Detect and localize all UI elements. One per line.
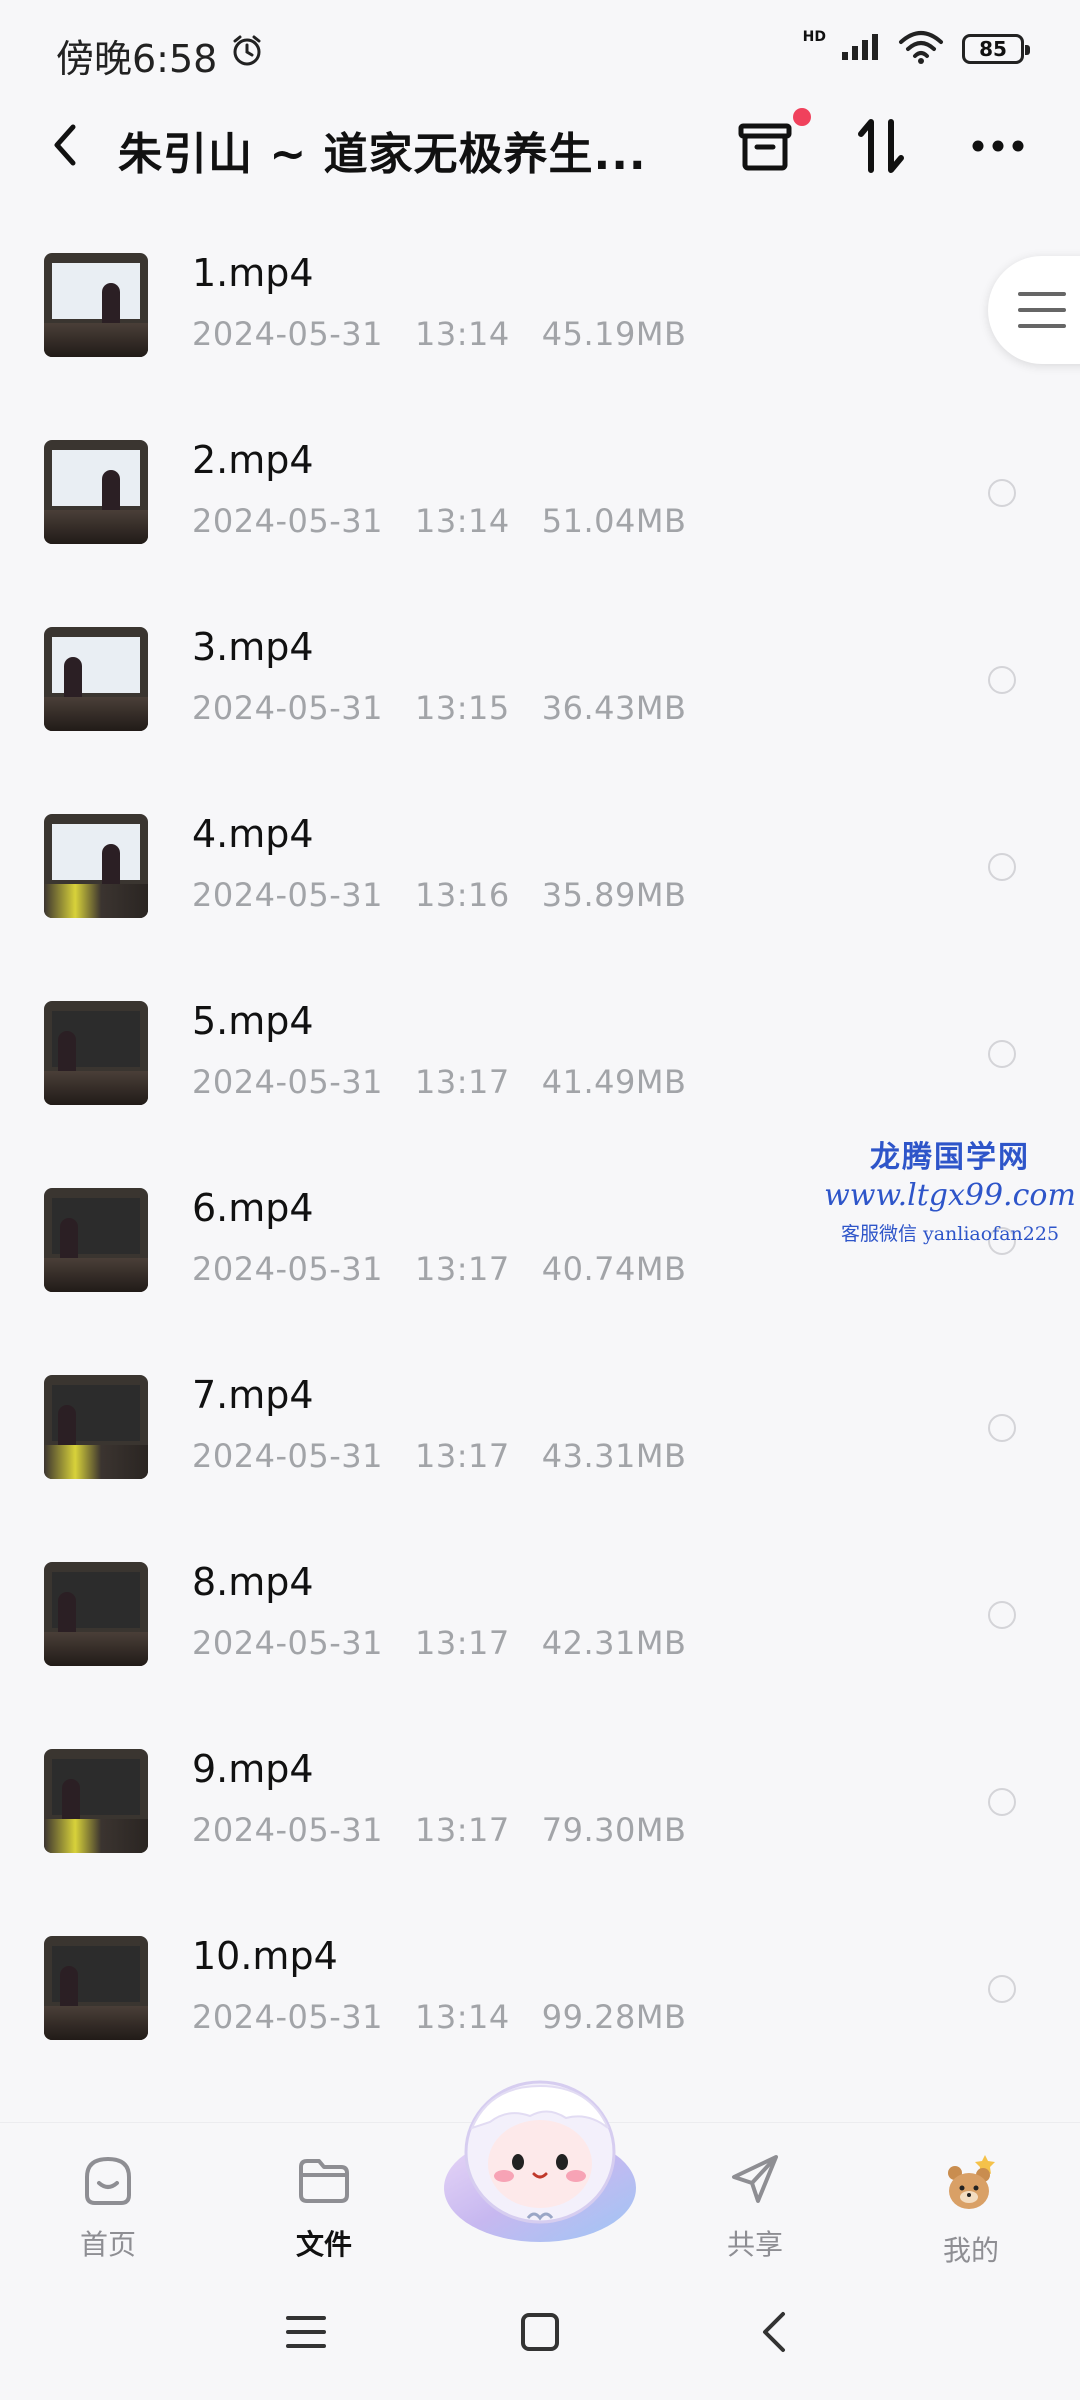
file-meta: 2024-05-31 13:17 43.31MB: [192, 1437, 687, 1475]
file-meta: 2024-05-31 13:16 35.89MB: [192, 876, 687, 914]
status-time: 傍晚6:58: [56, 37, 218, 81]
file-name: 9.mp4: [192, 1747, 314, 1791]
file-meta: 2024-05-31 13:17 42.31MB: [192, 1624, 687, 1662]
battery-indicator: 85: [962, 34, 1030, 64]
select-radio[interactable]: [988, 479, 1016, 507]
nav-home[interactable]: 首页: [48, 2151, 168, 2263]
network-type-label: HD: [802, 29, 826, 45]
file-meta: 2024-05-31 13:14 51.04MB: [192, 502, 687, 540]
watermark-title: 龙腾国学网: [870, 1140, 1030, 1175]
sort-arrows-icon: [858, 119, 904, 173]
system-nav-bar: [0, 2262, 1080, 2400]
select-radio[interactable]: [988, 1788, 1016, 1816]
select-radio[interactable]: [988, 1975, 1016, 2003]
video-thumbnail: [44, 1562, 148, 1666]
nav-share-label: 共享: [726, 2228, 783, 2261]
file-row[interactable]: 2.mp4 2024-05-31 13:14 51.04MB: [0, 422, 1080, 609]
status-bar: 傍晚6:58 HD 85: [0, 0, 1080, 100]
notification-dot: [793, 108, 811, 126]
video-thumbnail: [44, 1749, 148, 1853]
sort-button[interactable]: [849, 114, 913, 178]
file-name: 10.mp4: [192, 1934, 338, 1978]
nav-share[interactable]: 共享: [695, 2151, 815, 2263]
file-row[interactable]: 9.mp4 2024-05-31 13:17 79.30MB: [0, 1731, 1080, 1918]
nav-files-label: 文件: [295, 2228, 352, 2261]
file-row[interactable]: 4.mp4 2024-05-31 13:16 35.89MB: [0, 796, 1080, 983]
video-thumbnail: [44, 627, 148, 731]
home-icon: [85, 2156, 131, 2205]
mascot-assistant-button[interactable]: [438, 2068, 642, 2248]
file-name: 5.mp4: [192, 999, 314, 1043]
select-radio[interactable]: [988, 1414, 1016, 1442]
nav-home-label: 首页: [79, 2228, 136, 2261]
home-button[interactable]: [508, 2300, 572, 2364]
select-radio[interactable]: [988, 666, 1016, 694]
file-row[interactable]: 7.mp4 2024-05-31 13:17 43.31MB: [0, 1357, 1080, 1544]
file-row[interactable]: 3.mp4 2024-05-31 13:15 36.43MB: [0, 609, 1080, 796]
more-options-button[interactable]: [966, 114, 1030, 178]
file-name: 6.mp4: [192, 1186, 314, 1230]
back-chevron-icon: [763, 2312, 785, 2352]
file-name: 2.mp4: [192, 438, 314, 482]
file-row[interactable]: 1.mp4 2024-05-31 13:14 45.19MB: [0, 235, 1080, 422]
watermark-contact: 客服微信 yanliaofan225: [840, 1223, 1060, 1245]
file-meta: 2024-05-31 13:17 79.30MB: [192, 1811, 687, 1849]
video-thumbnail: [44, 814, 148, 918]
mascot-icon: [444, 2080, 636, 2242]
video-thumbnail: [44, 440, 148, 544]
file-meta: 2024-05-31 13:14 99.28MB: [192, 1998, 687, 2036]
nav-mine[interactable]: 我的: [911, 2151, 1031, 2269]
select-radio[interactable]: [988, 1040, 1016, 1068]
watermark: 龙腾国学网 www.ltgx99.com 客服微信 yanliaofan225: [820, 1132, 1080, 1246]
page-title: 朱引山 ~ 道家无极养生...: [118, 129, 647, 180]
nav-files[interactable]: 文件: [264, 2151, 384, 2263]
archive-button[interactable]: [733, 108, 811, 178]
file-name: 4.mp4: [192, 812, 314, 856]
system-back-button[interactable]: [742, 2300, 806, 2364]
file-meta: 2024-05-31 13:15 36.43MB: [192, 689, 687, 727]
folder-icon: [299, 2159, 349, 2203]
video-thumbnail: [44, 253, 148, 357]
send-icon: [732, 2155, 778, 2203]
header-bar: 朱引山 ~ 道家无极养生...: [0, 100, 1080, 190]
alarm-icon: [229, 33, 265, 78]
select-radio[interactable]: [988, 853, 1016, 881]
file-row[interactable]: 8.mp4 2024-05-31 13:17 42.31MB: [0, 1544, 1080, 1731]
select-radio[interactable]: [988, 1601, 1016, 1629]
video-thumbnail: [44, 1375, 148, 1479]
file-name: 3.mp4: [192, 625, 314, 669]
file-name: 8.mp4: [192, 1560, 314, 1604]
more-dots-icon: [972, 140, 1024, 152]
file-meta: 2024-05-31 13:17 41.49MB: [192, 1063, 687, 1101]
file-meta: 2024-05-31 13:17 40.74MB: [192, 1250, 687, 1288]
back-button[interactable]: [40, 120, 90, 170]
file-name: 7.mp4: [192, 1373, 314, 1417]
menu-lines-icon: [1018, 292, 1066, 328]
video-thumbnail: [44, 1001, 148, 1105]
signal-icon: [840, 32, 880, 66]
back-arrow-icon: [54, 124, 76, 166]
video-thumbnail: [44, 1936, 148, 2040]
watermark-url: www.ltgx99.com: [824, 1178, 1076, 1213]
archive-icon: [738, 123, 792, 171]
recent-apps-button[interactable]: [274, 2300, 338, 2364]
bear-avatar-icon: [948, 2155, 995, 2209]
wifi-icon: [898, 30, 944, 68]
menu-icon: [286, 2316, 326, 2348]
battery-level: 85: [979, 37, 1007, 61]
square-icon: [521, 2313, 559, 2351]
file-meta: 2024-05-31 13:14 45.19MB: [192, 315, 687, 353]
file-name: 1.mp4: [192, 251, 314, 295]
video-thumbnail: [44, 1188, 148, 1292]
